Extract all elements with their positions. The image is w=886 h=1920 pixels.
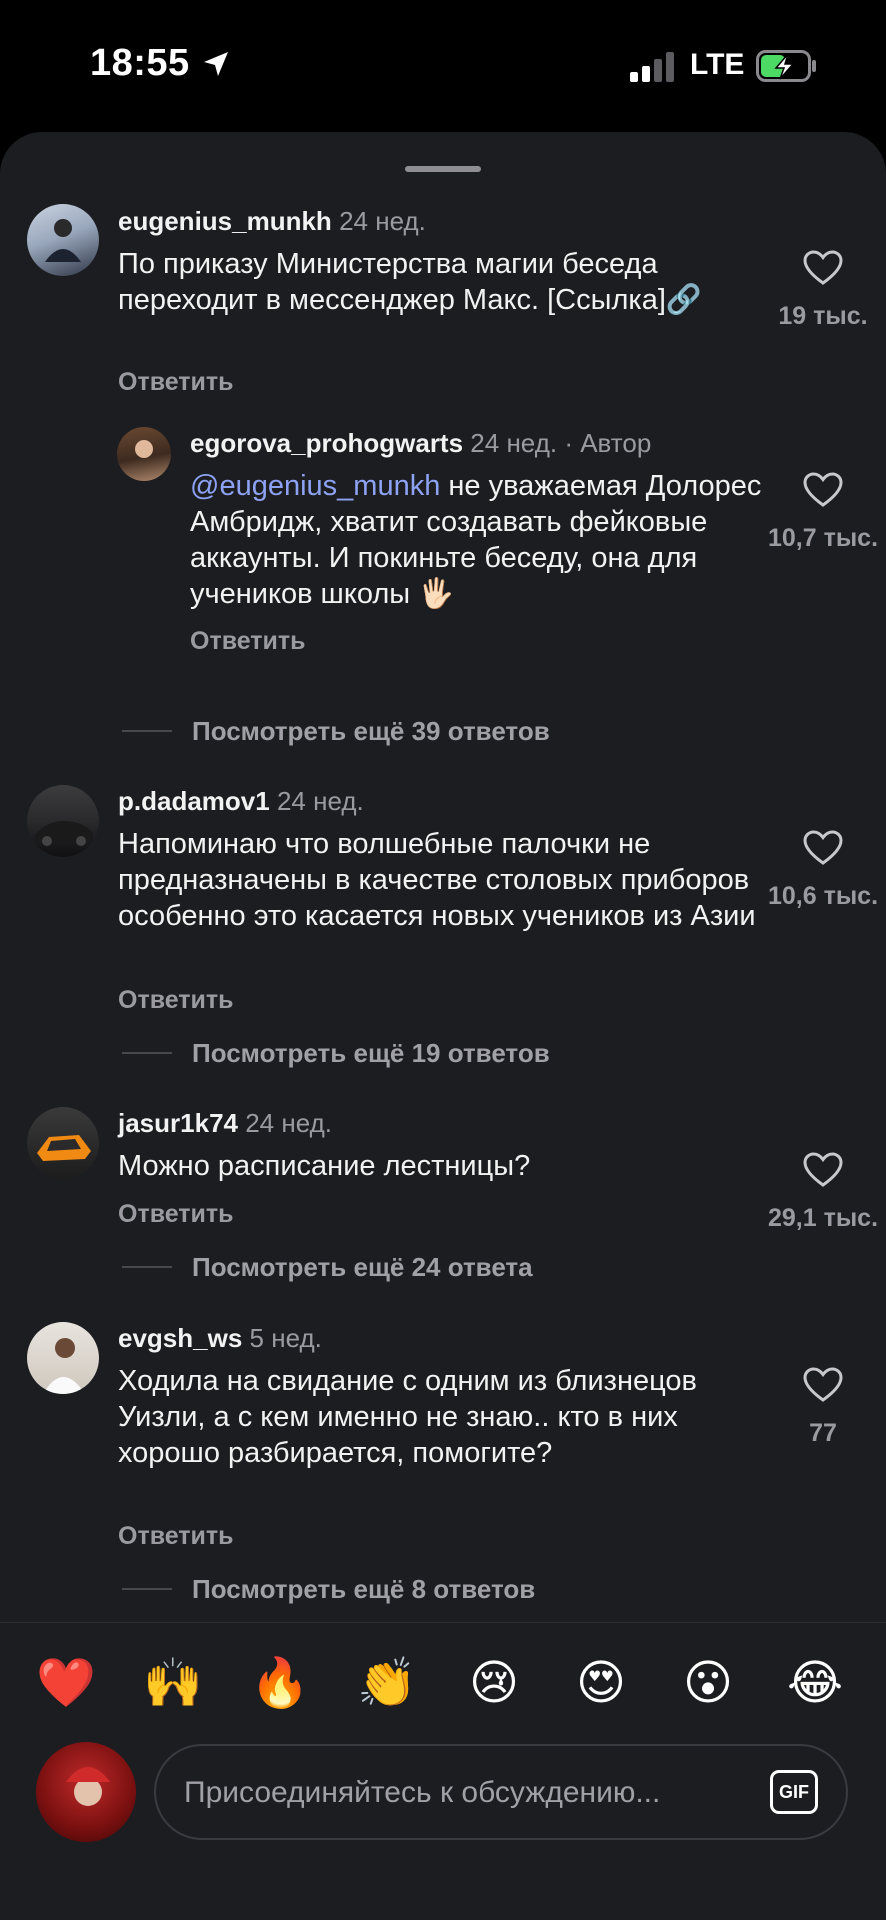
- timestamp: 24 нед.: [245, 1108, 333, 1138]
- reaction-raised-hands[interactable]: 🙌: [143, 1653, 203, 1713]
- network-type: LTE: [690, 48, 745, 81]
- reaction-heart-eyes[interactable]: 😍: [571, 1653, 631, 1713]
- like-count: 19 тыс.: [778, 302, 868, 330]
- status-bar: 18:55 LTE: [0, 0, 886, 132]
- reaction-fire[interactable]: 🔥: [250, 1653, 310, 1713]
- avatar[interactable]: [27, 1322, 99, 1394]
- mention-link[interactable]: @eugenius_munkh: [190, 470, 440, 502]
- comment-input[interactable]: Присоединяйтесь к обсуждению... GIF: [154, 1744, 848, 1840]
- like-count: 10,6 тыс.: [767, 882, 879, 910]
- reply-button[interactable]: Ответить: [118, 368, 234, 397]
- divider-line: [122, 1052, 172, 1054]
- divider-line: [122, 1266, 172, 1268]
- reply-button[interactable]: Ответить: [118, 1200, 234, 1229]
- reaction-laughing[interactable]: 😂: [785, 1653, 845, 1713]
- quick-reactions-bar: ❤️ 🙌 🔥 👏 😢 😍 😮 😂: [0, 1622, 886, 1743]
- username[interactable]: jasur1k74: [118, 1108, 238, 1138]
- view-more-label: Посмотреть ещё 19 ответов: [192, 1038, 550, 1068]
- like-count: 10,7 тыс.: [767, 524, 879, 552]
- comment-meta: p.dadamov1 24 нед.: [118, 786, 364, 817]
- divider-line: [122, 1588, 172, 1590]
- heart-icon[interactable]: [803, 250, 843, 286]
- status-time: 18:55: [90, 42, 190, 84]
- reply-button[interactable]: Ответить: [118, 986, 234, 1015]
- sheet-grabber[interactable]: [405, 166, 481, 172]
- cellular-signal-icon: [630, 52, 674, 82]
- location-arrow-icon: [204, 52, 228, 76]
- username[interactable]: p.dadamov1: [118, 786, 270, 816]
- comment-meta: evgsh_ws 5 нед.: [118, 1323, 322, 1354]
- view-more-label: Посмотреть ещё 39 ответов: [192, 716, 550, 746]
- divider-line: [122, 730, 172, 732]
- reaction-crying[interactable]: 😢: [464, 1653, 524, 1713]
- my-avatar[interactable]: [36, 1742, 136, 1842]
- heart-icon[interactable]: [803, 1367, 843, 1403]
- timestamp: 5 нед.: [249, 1323, 322, 1353]
- comment-text: Можно расписание лестницы?: [118, 1150, 531, 1182]
- username[interactable]: eugenius_munkh: [118, 206, 332, 236]
- timestamp: 24 нед.: [470, 428, 558, 458]
- username[interactable]: evgsh_ws: [118, 1323, 242, 1353]
- timestamp: 24 нед.: [339, 206, 426, 236]
- avatar[interactable]: [27, 785, 99, 857]
- author-badge: · Автор: [564, 428, 652, 458]
- comment-meta: egorova_prohogwarts 24 нед. · Автор: [190, 428, 651, 459]
- reply-button[interactable]: Ответить: [118, 1522, 234, 1551]
- gif-button[interactable]: GIF: [770, 1770, 818, 1814]
- heart-icon[interactable]: [803, 1152, 843, 1188]
- comment-input-placeholder: Присоединяйтесь к обсуждению...: [184, 1776, 661, 1809]
- reply-button[interactable]: Ответить: [190, 627, 306, 656]
- battery-charging-icon: [756, 50, 816, 82]
- reaction-clap[interactable]: 👏: [357, 1653, 417, 1713]
- comment-meta: jasur1k74 24 нед.: [118, 1108, 332, 1139]
- username[interactable]: egorova_prohogwarts: [190, 428, 463, 458]
- comment-composer: Присоединяйтесь к обсуждению... GIF: [0, 1742, 886, 1920]
- like-count: 77: [809, 1419, 837, 1447]
- avatar[interactable]: [27, 1107, 99, 1179]
- view-more-label: Посмотреть ещё 24 ответа: [192, 1252, 533, 1282]
- heart-icon[interactable]: [803, 472, 843, 508]
- view-more-label: Посмотреть ещё 8 ответов: [192, 1574, 536, 1604]
- avatar[interactable]: [27, 204, 99, 276]
- heart-icon[interactable]: [803, 830, 843, 866]
- comment-text: По приказу Министерства магии беседа пер…: [118, 248, 703, 316]
- comment-meta: eugenius_munkh 24 нед.: [118, 206, 426, 237]
- timestamp: 24 нед.: [276, 786, 364, 816]
- comment-text: Ходила на свидание с одним из близнецов …: [118, 1365, 697, 1469]
- reaction-heart[interactable]: ❤️: [36, 1653, 96, 1713]
- comment-text: @eugenius_munkh не уважаемая Долорес Амб…: [190, 468, 770, 612]
- avatar[interactable]: [117, 427, 171, 481]
- like-count: 29,1 тыс.: [767, 1204, 879, 1232]
- reaction-surprised[interactable]: 😮: [678, 1653, 738, 1713]
- comment-text: Напоминаю что волшебные палочки не предн…: [118, 828, 756, 932]
